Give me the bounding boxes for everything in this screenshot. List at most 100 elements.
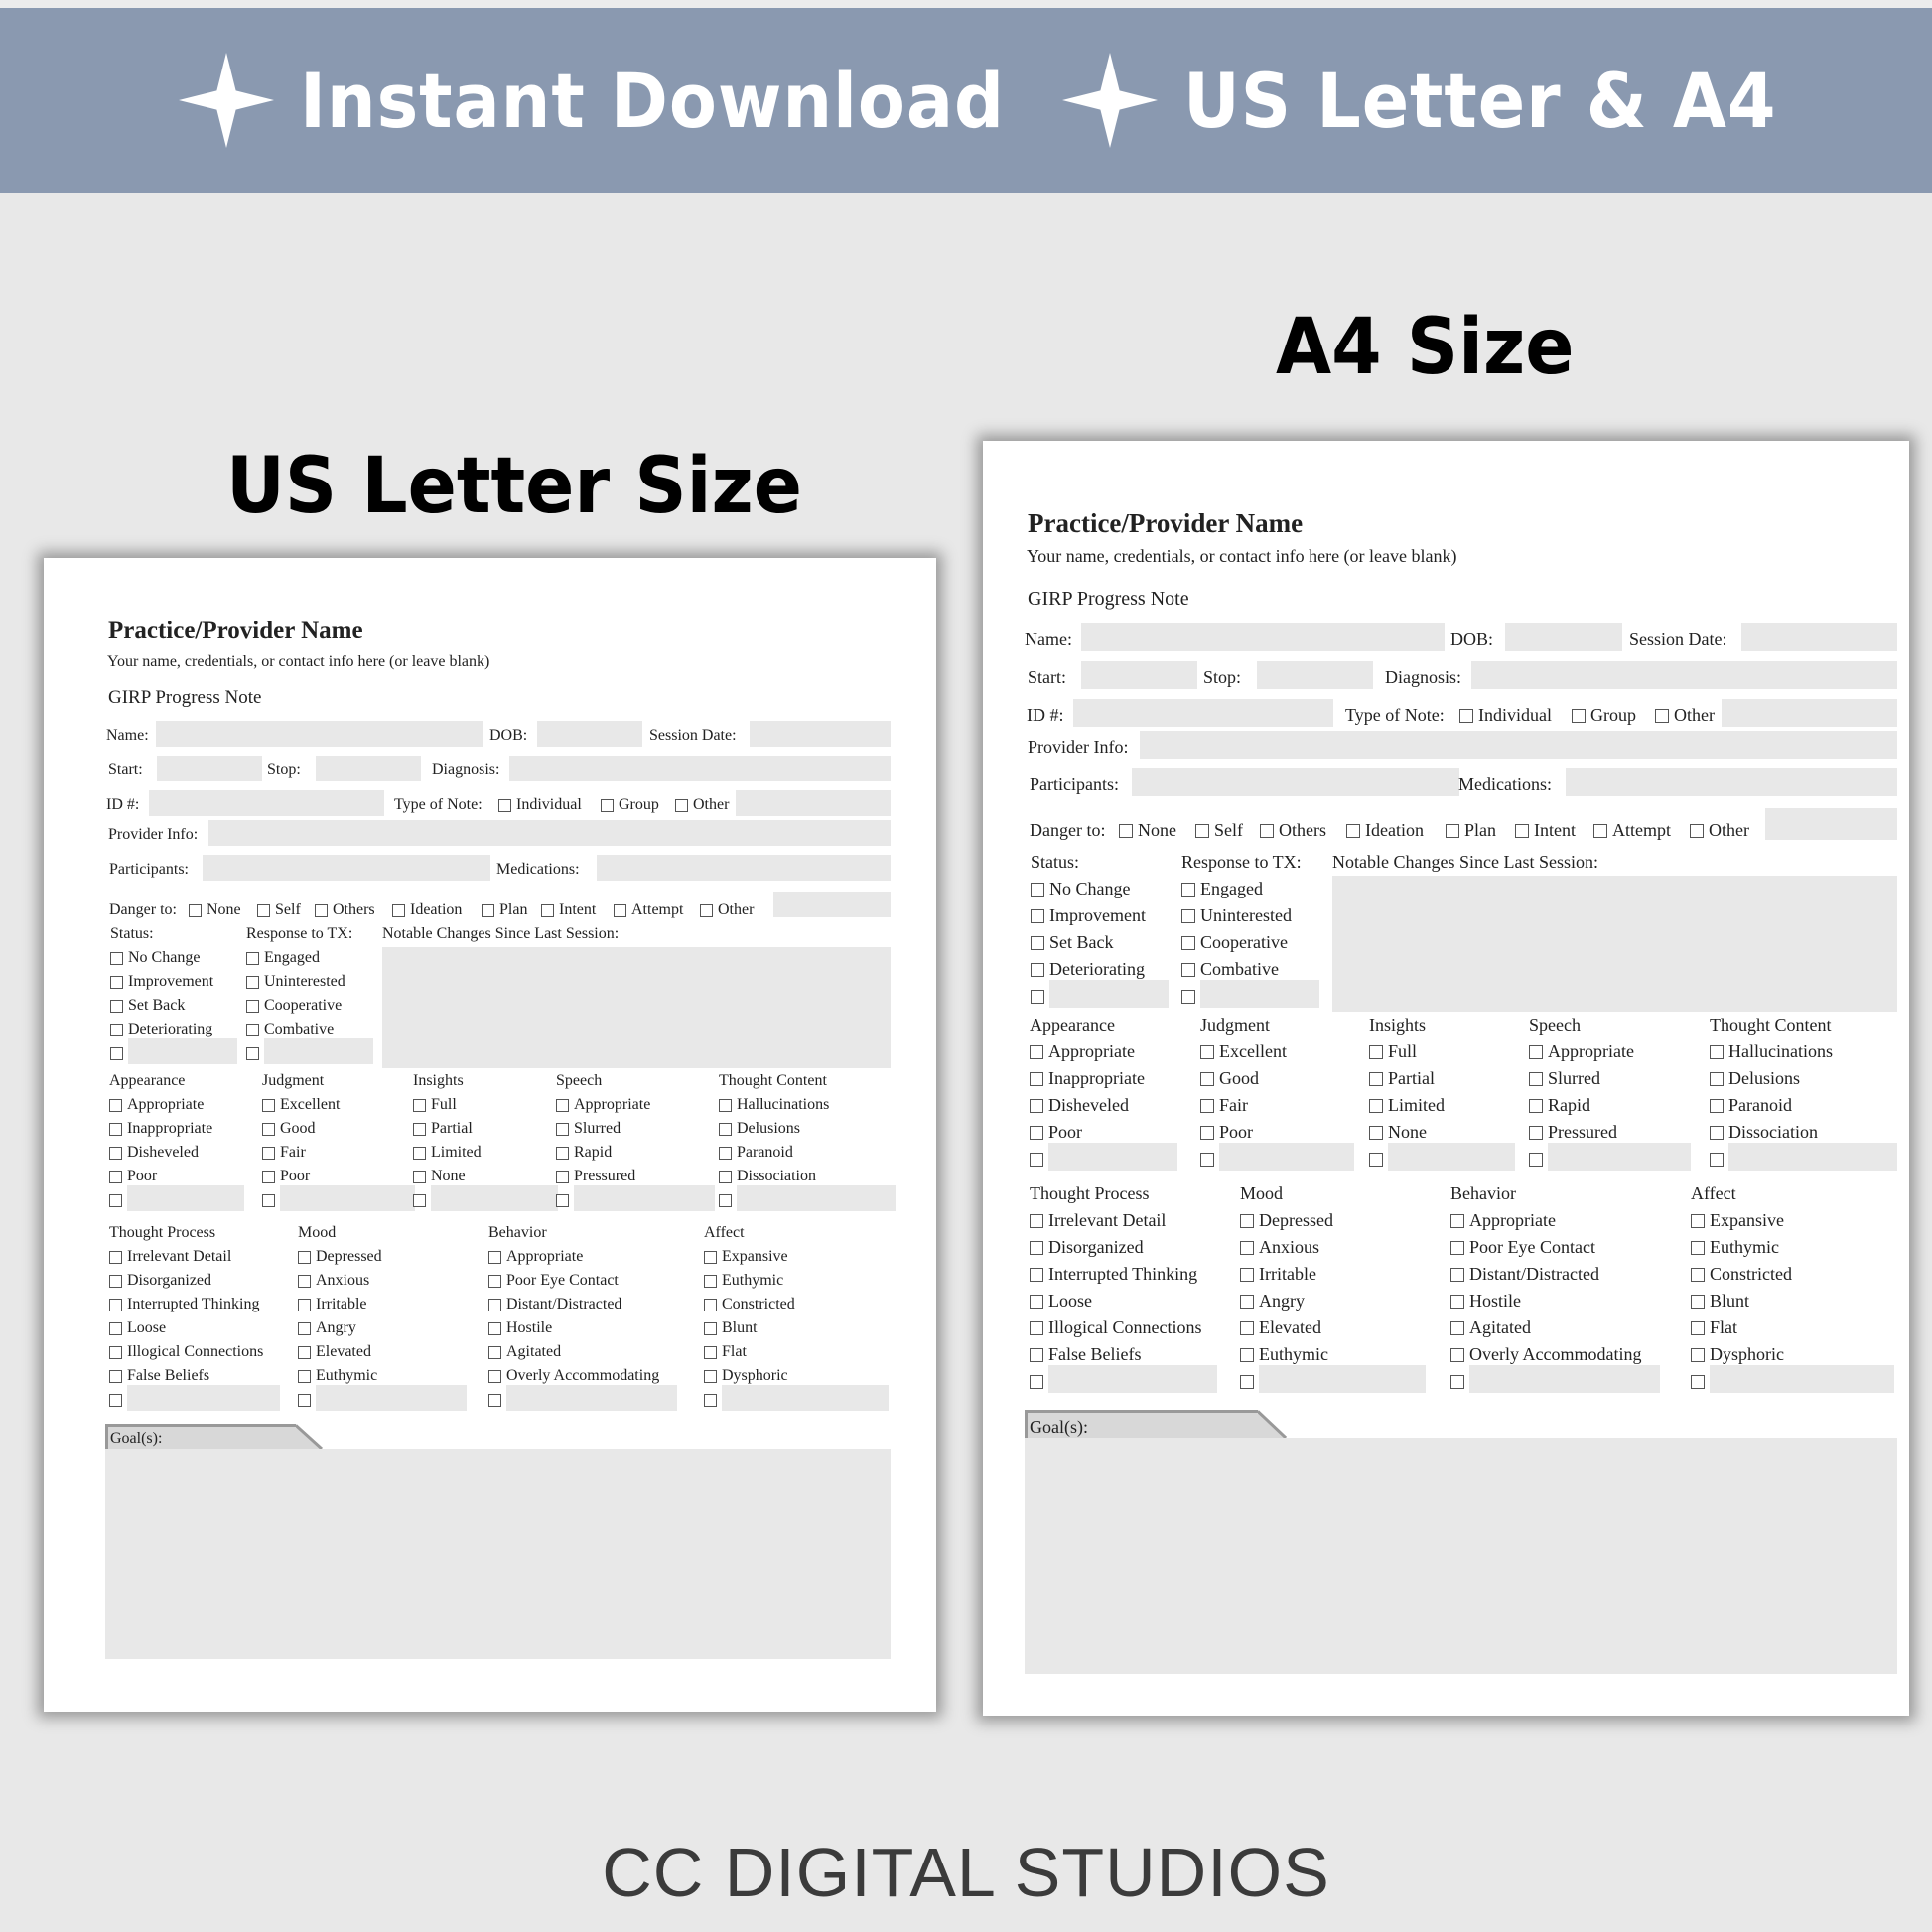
response-other-field[interactable]	[264, 1038, 373, 1064]
type-other-checkbox[interactable]	[1655, 709, 1669, 723]
other-field[interactable]	[1710, 1365, 1894, 1393]
response-option-checkbox[interactable]	[1181, 963, 1195, 977]
diagnosis-field[interactable]	[509, 756, 891, 781]
option-checkbox[interactable]	[1529, 1126, 1543, 1140]
option-checkbox[interactable]	[704, 1322, 717, 1335]
option-checkbox[interactable]	[1450, 1268, 1464, 1282]
type-individual-checkbox[interactable]	[1459, 709, 1473, 723]
option-checkbox[interactable]	[109, 1147, 122, 1160]
goals-field[interactable]	[105, 1449, 891, 1659]
option-checkbox[interactable]	[1450, 1321, 1464, 1335]
type-other-field[interactable]	[1722, 699, 1897, 727]
option-checkbox[interactable]	[704, 1275, 717, 1288]
participants-field[interactable]	[1132, 768, 1459, 796]
other-checkbox[interactable]	[488, 1394, 501, 1407]
status-option-checkbox[interactable]	[110, 952, 123, 965]
option-checkbox[interactable]	[109, 1346, 122, 1359]
option-checkbox[interactable]	[1710, 1045, 1724, 1059]
option-checkbox[interactable]	[109, 1123, 122, 1136]
option-checkbox[interactable]	[719, 1171, 732, 1183]
option-checkbox[interactable]	[109, 1099, 122, 1112]
option-checkbox[interactable]	[1030, 1214, 1043, 1228]
option-checkbox[interactable]	[488, 1275, 501, 1288]
type-individual-checkbox[interactable]	[498, 799, 511, 812]
other-checkbox[interactable]	[1710, 1153, 1724, 1167]
option-checkbox[interactable]	[1240, 1241, 1254, 1255]
other-field[interactable]	[1048, 1365, 1217, 1393]
other-checkbox[interactable]	[109, 1194, 122, 1207]
other-checkbox[interactable]	[1450, 1375, 1464, 1389]
option-checkbox[interactable]	[109, 1322, 122, 1335]
option-checkbox[interactable]	[298, 1322, 311, 1335]
option-checkbox[interactable]	[1030, 1241, 1043, 1255]
danger-intent-checkbox[interactable]	[1515, 824, 1529, 838]
provider-info-field[interactable]	[1140, 731, 1897, 759]
type-group-checkbox[interactable]	[1572, 709, 1586, 723]
response-option-checkbox[interactable]	[1181, 936, 1195, 950]
option-checkbox[interactable]	[1691, 1321, 1705, 1335]
provider-info-field[interactable]	[208, 820, 891, 846]
option-checkbox[interactable]	[1450, 1241, 1464, 1255]
other-checkbox[interactable]	[556, 1194, 569, 1207]
danger-other-checkbox[interactable]	[700, 904, 713, 917]
option-checkbox[interactable]	[262, 1147, 275, 1160]
option-checkbox[interactable]	[704, 1251, 717, 1264]
option-checkbox[interactable]	[1030, 1348, 1043, 1362]
option-checkbox[interactable]	[488, 1322, 501, 1335]
id-field[interactable]	[1073, 699, 1333, 727]
option-checkbox[interactable]	[1691, 1241, 1705, 1255]
response-option-checkbox[interactable]	[1181, 883, 1195, 897]
other-checkbox[interactable]	[1200, 1153, 1214, 1167]
option-checkbox[interactable]	[1200, 1099, 1214, 1113]
option-checkbox[interactable]	[109, 1275, 122, 1288]
other-field[interactable]	[1548, 1143, 1691, 1171]
option-checkbox[interactable]	[1710, 1099, 1724, 1113]
option-checkbox[interactable]	[1200, 1072, 1214, 1086]
participants-field[interactable]	[203, 855, 490, 881]
danger-intent-checkbox[interactable]	[541, 904, 554, 917]
danger-others-checkbox[interactable]	[315, 904, 328, 917]
option-checkbox[interactable]	[413, 1147, 426, 1160]
option-checkbox[interactable]	[109, 1370, 122, 1383]
option-checkbox[interactable]	[1691, 1214, 1705, 1228]
other-field[interactable]	[127, 1385, 280, 1411]
status-other-field[interactable]	[1049, 980, 1169, 1008]
other-checkbox[interactable]	[1369, 1153, 1383, 1167]
option-checkbox[interactable]	[1030, 1045, 1043, 1059]
option-checkbox[interactable]	[719, 1147, 732, 1160]
option-checkbox[interactable]	[298, 1299, 311, 1311]
other-checkbox[interactable]	[719, 1194, 732, 1207]
option-checkbox[interactable]	[704, 1370, 717, 1383]
status-other-field[interactable]	[128, 1038, 237, 1064]
option-checkbox[interactable]	[1710, 1072, 1724, 1086]
danger-ideation-checkbox[interactable]	[1346, 824, 1360, 838]
option-checkbox[interactable]	[298, 1370, 311, 1383]
option-checkbox[interactable]	[1710, 1126, 1724, 1140]
other-checkbox[interactable]	[704, 1394, 717, 1407]
other-checkbox[interactable]	[1529, 1153, 1543, 1167]
danger-ideation-checkbox[interactable]	[392, 904, 405, 917]
option-checkbox[interactable]	[1240, 1348, 1254, 1362]
option-checkbox[interactable]	[1450, 1348, 1464, 1362]
option-checkbox[interactable]	[1030, 1268, 1043, 1282]
danger-self-checkbox[interactable]	[257, 904, 270, 917]
option-checkbox[interactable]	[556, 1171, 569, 1183]
other-field[interactable]	[737, 1185, 896, 1211]
option-checkbox[interactable]	[109, 1171, 122, 1183]
response-other-checkbox[interactable]	[1181, 990, 1195, 1004]
status-option-checkbox[interactable]	[110, 976, 123, 989]
danger-others-checkbox[interactable]	[1260, 824, 1274, 838]
option-checkbox[interactable]	[556, 1099, 569, 1112]
other-checkbox[interactable]	[1691, 1375, 1705, 1389]
other-field[interactable]	[280, 1185, 415, 1211]
option-checkbox[interactable]	[1369, 1126, 1383, 1140]
other-checkbox[interactable]	[1240, 1375, 1254, 1389]
status-other-checkbox[interactable]	[110, 1047, 123, 1060]
response-option-checkbox[interactable]	[246, 1024, 259, 1036]
option-checkbox[interactable]	[1240, 1321, 1254, 1335]
option-checkbox[interactable]	[1030, 1099, 1043, 1113]
danger-plan-checkbox[interactable]	[482, 904, 494, 917]
option-checkbox[interactable]	[1030, 1072, 1043, 1086]
response-option-checkbox[interactable]	[246, 1000, 259, 1013]
option-checkbox[interactable]	[109, 1299, 122, 1311]
